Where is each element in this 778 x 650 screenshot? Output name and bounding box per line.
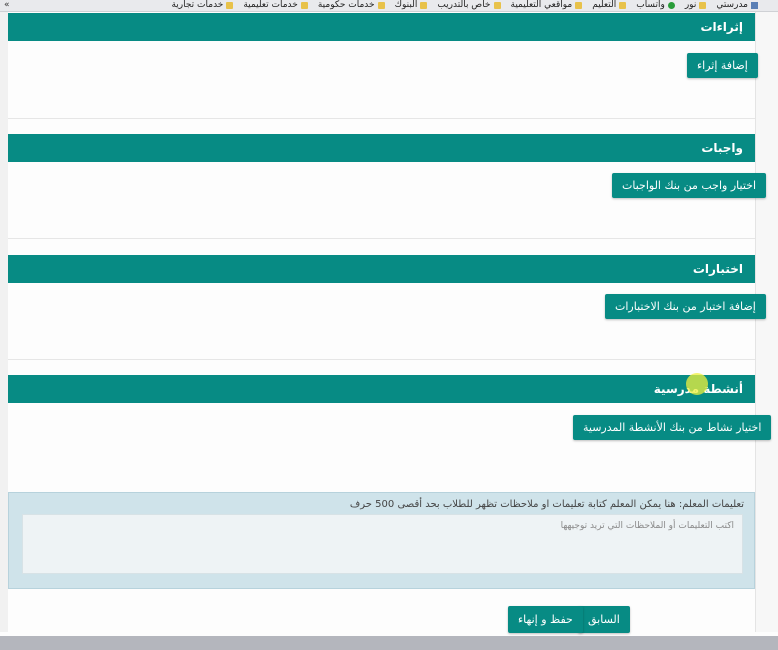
bookmarks-bar: مدرستي نور واتساب التعليم مواقعي التعليم… <box>0 0 778 12</box>
folder-icon <box>226 2 234 9</box>
tests-header: اختبارات <box>8 255 755 283</box>
teacher-notes-panel: تعليمات المعلم: هنا يمكن المعلم كتابة تع… <box>8 492 755 589</box>
bookmark-label: خاص بالتدريب <box>437 0 491 10</box>
folder-icon <box>619 2 627 9</box>
bookmark-label: واتساب <box>636 0 665 10</box>
whatsapp-icon <box>667 2 675 9</box>
section-title: اختبارات <box>692 262 743 276</box>
section-title: إثراءات <box>700 20 743 34</box>
bookmark-label: البنوك <box>394 0 418 10</box>
add-enrichment-button[interactable]: إضافة إثراء <box>687 53 758 78</box>
bookmark-noor[interactable]: نور <box>685 0 707 11</box>
taskbar-strip <box>0 636 778 650</box>
bookmark-commercial[interactable]: خدمات تجارية <box>171 0 234 11</box>
bookmark-edu-services[interactable]: خدمات تعليمية <box>243 0 308 11</box>
cursor-highlight <box>686 373 708 395</box>
section-title: واجبات <box>701 141 743 155</box>
divider <box>8 118 755 119</box>
bookmark-label: مدرستي <box>716 0 748 10</box>
previous-button[interactable]: السابق <box>578 606 630 633</box>
bookmark-banks[interactable]: البنوك <box>395 0 428 11</box>
enrichments-header: إثراءات <box>8 13 755 41</box>
folder-icon <box>300 2 308 9</box>
homework-header: واجبات <box>8 134 755 162</box>
bookmark-label: خدمات حكومية <box>317 0 375 10</box>
bookmark-label: مواقعي التعليمية <box>510 0 573 10</box>
bookmark-label: التعليم <box>592 0 617 10</box>
left-gutter <box>0 12 8 632</box>
bookmark-gov-services[interactable]: خدمات حكومية <box>318 0 385 11</box>
bookmark-madrasati[interactable]: مدرستي <box>716 0 758 11</box>
bookmark-label: نور <box>684 0 697 10</box>
bookmark-whatsapp[interactable]: واتساب <box>636 0 675 11</box>
add-test-button[interactable]: إضافة اختبار من بنك الاختبارات <box>605 294 766 319</box>
right-gutter <box>755 12 778 632</box>
choose-homework-button[interactable]: اختيار واجب من بنك الواجبات <box>612 173 767 198</box>
activities-header: أنشطة مدرسية <box>8 375 755 403</box>
save-finish-button[interactable]: حفظ و إنهاء <box>508 606 583 633</box>
folder-icon <box>493 2 501 9</box>
divider <box>8 238 755 239</box>
bookmark-training[interactable]: خاص بالتدريب <box>437 0 501 11</box>
bookmark-label: خدمات تعليمية <box>243 0 298 10</box>
bookmark-education[interactable]: التعليم <box>592 0 627 11</box>
bookmarks-overflow-icon[interactable]: » <box>4 0 10 11</box>
folder-icon <box>699 2 707 9</box>
folder-icon <box>420 2 428 9</box>
divider <box>8 359 755 360</box>
folder-icon <box>575 2 583 9</box>
folder-icon <box>377 2 385 9</box>
bookmark-label: خدمات تجارية <box>171 0 224 10</box>
notes-label: تعليمات المعلم: هنا يمكن المعلم كتابة تع… <box>349 499 744 510</box>
choose-activity-button[interactable]: اختيار نشاط من بنك الأنشطة المدرسية <box>573 415 772 440</box>
notes-textarea[interactable]: اكتب التعليمات أو الملاحظات التي تريد تو… <box>22 514 743 574</box>
site-icon <box>751 2 758 9</box>
bookmark-edu-sites[interactable]: مواقعي التعليمية <box>511 0 583 11</box>
